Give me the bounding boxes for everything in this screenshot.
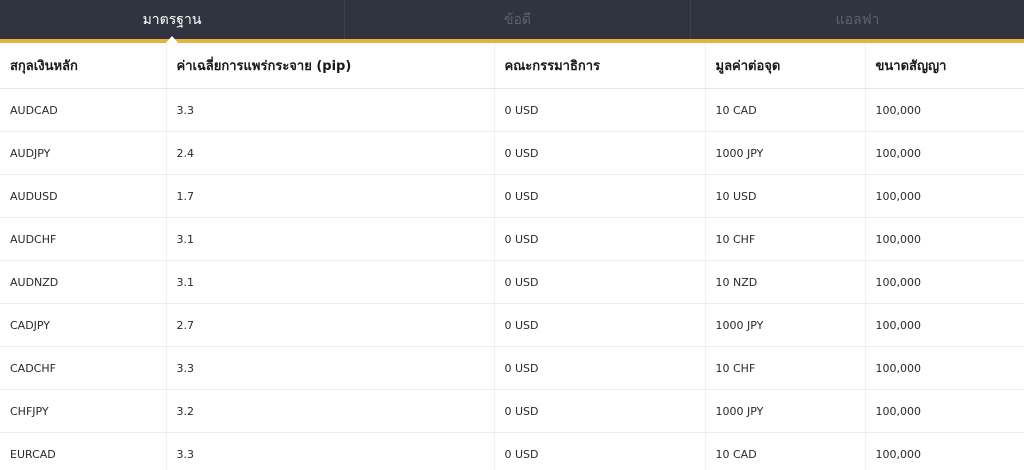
cell-contract-size: 100,000: [864, 174, 1024, 218]
table-row: CADCHF 3.3 0 USD 10 CHF 100,000: [0, 346, 1024, 390]
column-header-base-currency: สกุลเงินหลัก: [0, 43, 166, 89]
cell-pip-value: 10 CHF: [704, 346, 865, 390]
cell-pip-value: 10 NZD: [704, 260, 865, 304]
cell-spread: 3.3: [165, 432, 494, 470]
cell-commission: 0 USD: [493, 88, 705, 132]
cell-symbol: AUDUSD: [0, 174, 166, 218]
cell-spread: 3.1: [165, 217, 494, 261]
table-row: AUDCAD 3.3 0 USD 10 CAD 100,000: [0, 88, 1024, 132]
cell-commission: 0 USD: [493, 174, 705, 218]
currency-pairs-table: สกุลเงินหลัก ค่าเฉลี่ยการแพร่กระจาย (pip…: [0, 43, 1024, 470]
cell-symbol: CADCHF: [0, 346, 166, 390]
column-header-contract-size: ขนาดสัญญา: [864, 43, 1024, 89]
tab-pro[interactable]: ข้อดี: [344, 0, 690, 39]
cell-spread: 3.3: [165, 88, 494, 132]
cell-contract-size: 100,000: [864, 217, 1024, 261]
cell-symbol: AUDNZD: [0, 260, 166, 304]
cell-symbol: EURCAD: [0, 432, 166, 470]
cell-pip-value: 1000 JPY: [704, 303, 865, 347]
table-row: CHFJPY 3.2 0 USD 1000 JPY 100,000: [0, 389, 1024, 433]
cell-commission: 0 USD: [493, 432, 705, 470]
cell-commission: 0 USD: [493, 217, 705, 261]
cell-commission: 0 USD: [493, 260, 705, 304]
cell-pip-value: 10 CAD: [704, 88, 865, 132]
cell-spread: 3.1: [165, 260, 494, 304]
cell-contract-size: 100,000: [864, 260, 1024, 304]
active-tab-pointer-icon: [165, 36, 179, 44]
cell-contract-size: 100,000: [864, 389, 1024, 433]
cell-symbol: AUDCHF: [0, 217, 166, 261]
column-header-pip-value: มูลค่าต่อจุด: [704, 43, 865, 89]
tab-standard[interactable]: มาตรฐาน: [0, 0, 344, 39]
cell-contract-size: 100,000: [864, 432, 1024, 470]
cell-pip-value: 1000 JPY: [704, 389, 865, 433]
column-header-commission: คณะกรรมาธิการ: [493, 43, 705, 89]
cell-contract-size: 100,000: [864, 88, 1024, 132]
cell-commission: 0 USD: [493, 303, 705, 347]
cell-spread: 1.7: [165, 174, 494, 218]
cell-spread: 2.4: [165, 131, 494, 175]
cell-pip-value: 10 USD: [704, 174, 865, 218]
table-row: AUDCHF 3.1 0 USD 10 CHF 100,000: [0, 217, 1024, 261]
cell-pip-value: 1000 JPY: [704, 131, 865, 175]
table-row: AUDNZD 3.1 0 USD 10 NZD 100,000: [0, 260, 1024, 304]
account-type-tabs: มาตรฐาน ข้อดี แอลฟา: [0, 0, 1024, 39]
table-row: EURCAD 3.3 0 USD 10 CAD 100,000: [0, 432, 1024, 470]
cell-spread: 3.3: [165, 346, 494, 390]
table-header-row: สกุลเงินหลัก ค่าเฉลี่ยการแพร่กระจาย (pip…: [0, 43, 1024, 89]
cell-commission: 0 USD: [493, 346, 705, 390]
cell-contract-size: 100,000: [864, 346, 1024, 390]
cell-commission: 0 USD: [493, 389, 705, 433]
cell-pip-value: 10 CHF: [704, 217, 865, 261]
cell-symbol: AUDCAD: [0, 88, 166, 132]
table-row: AUDUSD 1.7 0 USD 10 USD 100,000: [0, 174, 1024, 218]
cell-spread: 3.2: [165, 389, 494, 433]
table-row: AUDJPY 2.4 0 USD 1000 JPY 100,000: [0, 131, 1024, 175]
table-body: AUDCAD 3.3 0 USD 10 CAD 100,000 AUDJPY 2.4 0 US…: [0, 88, 1024, 470]
tab-alpha[interactable]: แอลฟา: [690, 0, 1024, 39]
cell-symbol: AUDJPY: [0, 131, 166, 175]
cell-contract-size: 100,000: [864, 131, 1024, 175]
table-row: CADJPY 2.7 0 USD 1000 JPY 100,000: [0, 303, 1024, 347]
cell-symbol: CHFJPY: [0, 389, 166, 433]
cell-pip-value: 10 CAD: [704, 432, 865, 470]
cell-commission: 0 USD: [493, 131, 705, 175]
column-header-average-spread: ค่าเฉลี่ยการแพร่กระจาย (pip): [165, 43, 494, 89]
cell-spread: 2.7: [165, 303, 494, 347]
cell-symbol: CADJPY: [0, 303, 166, 347]
cell-contract-size: 100,000: [864, 303, 1024, 347]
page: มาตรฐาน ข้อดี แอลฟา สกุลเงินหลัก ค่าเฉลี…: [0, 0, 1024, 470]
